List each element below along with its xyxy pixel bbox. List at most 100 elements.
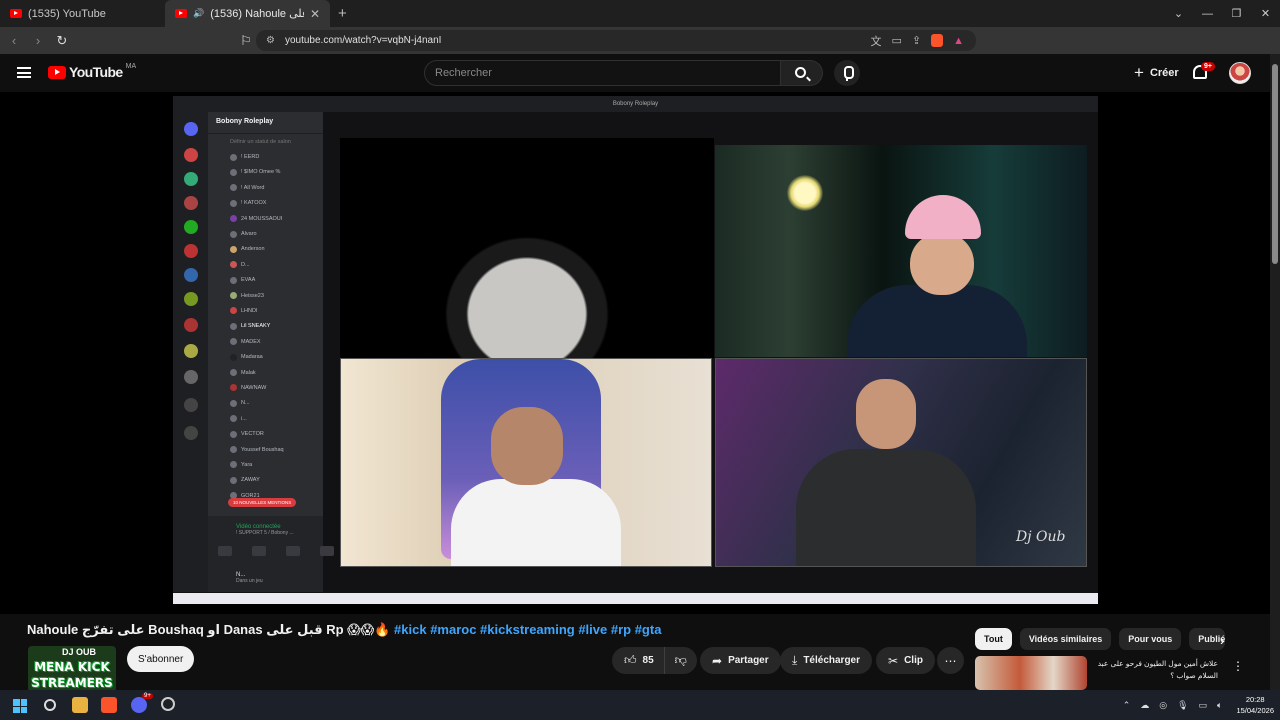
like-button[interactable]: 👍︎ 85 [612, 647, 664, 674]
member-avatar [230, 322, 237, 330]
chevron-right-icon[interactable]: › [1220, 632, 1225, 648]
download-icon: ⤓ [792, 653, 798, 667]
member-item: i... [208, 411, 323, 426]
cast-icon[interactable]: ▭ [891, 34, 901, 47]
related-chips: Tout Vidéos similaires Pour vous Publié [975, 628, 1226, 650]
microphone-icon[interactable]: 🎙︎ [1177, 700, 1188, 711]
new-tab-icon[interactable]: + [338, 5, 347, 22]
windows-start-icon[interactable] [13, 699, 27, 713]
minimize-icon[interactable]: — [1193, 8, 1222, 20]
chip-similar[interactable]: Vidéos similaires [1019, 628, 1112, 650]
youtube-favicon-icon [175, 9, 187, 18]
member-avatar [230, 307, 237, 315]
like-dislike-group: 👍︎ 85 👎︎ [612, 647, 697, 674]
channel-name[interactable]: DJ OUB [62, 647, 96, 657]
tab-search-icon[interactable]: ⌄ [1164, 7, 1193, 20]
cap-shape [905, 195, 981, 239]
member-name: NAWNAW [241, 384, 267, 391]
server-icon [184, 196, 198, 210]
scrollbar-thumb[interactable] [1272, 64, 1278, 264]
dislike-button[interactable]: 👎︎ [663, 647, 697, 674]
clock[interactable]: 20:28 15/04/2026 [1232, 694, 1274, 716]
watermark-signature: Dj Oub [1016, 529, 1066, 545]
translate-icon[interactable]: 文 [870, 33, 881, 49]
brave-rewards-icon[interactable]: ▲ [953, 35, 964, 47]
member-avatar [230, 199, 237, 207]
share-page-icon[interactable]: ⇪ [912, 34, 921, 47]
recommended-thumbnail[interactable] [975, 656, 1087, 690]
tab-title: (1536) Nahoule على تفرّج على Bo [210, 8, 304, 20]
server-icon [184, 220, 198, 234]
brave-browser-icon[interactable] [101, 697, 117, 713]
site-info-icon[interactable]: ⚙ [266, 35, 275, 46]
discord-titlebar: Bobony Roleplay [173, 96, 1098, 112]
status-placeholder: Définir un statut de salon [230, 138, 291, 145]
create-button[interactable]: + Créer [1124, 61, 1189, 85]
cloud-icon[interactable]: ☁ [1140, 700, 1149, 711]
discord-icon[interactable] [131, 697, 147, 713]
member-item: Malak [208, 365, 323, 380]
video-title: Nahoule على تفرّج Boushaq او Danas قبل ع… [27, 622, 967, 640]
soundboard-icon [320, 546, 334, 556]
forward-icon[interactable]: › [28, 33, 48, 48]
app-icon[interactable] [161, 697, 175, 711]
youtube-favicon-icon [10, 9, 22, 18]
page-scrollbar[interactable] [1270, 54, 1280, 690]
close-tab-icon[interactable]: ✕ [310, 7, 320, 21]
webcam-tile: Dj Oub [715, 358, 1087, 567]
search-input[interactable]: Rechercher [424, 60, 781, 86]
search-placeholder: Rechercher [435, 67, 492, 79]
back-icon[interactable]: ‹ [4, 33, 24, 48]
search-button[interactable] [781, 60, 823, 86]
member-avatar [230, 168, 237, 176]
person-shape [910, 233, 974, 295]
address-bar[interactable]: ⚙ youtube.com/watch?v=vqbN-j4nanI 文 ▭ ⇪ … [256, 30, 976, 51]
windows-taskbar: 9+ ⌃ ☁ ◎ 🎙︎ ▭ 🔈︎ 20:28 15/04/2026 [0, 690, 1280, 720]
display-icon[interactable]: ▭ [1199, 700, 1208, 711]
self-user-status: Dans un jeu [236, 578, 263, 584]
video-hashtags[interactable]: #kick #maroc #kickstreaming #live #rp #g… [394, 622, 661, 637]
url-text: youtube.com/watch?v=vqbN-j4nanI [284, 35, 442, 46]
youtube-logo[interactable]: YouTube MA [48, 63, 136, 80]
close-window-icon[interactable]: ✕ [1251, 7, 1280, 20]
voice-controls [218, 546, 334, 556]
brave-shields-icon[interactable] [931, 34, 944, 47]
member-avatar [230, 338, 237, 346]
more-group: ⋯ [937, 647, 964, 674]
person-shape [451, 479, 621, 566]
window-controls: ⌄ — ❐ ✕ [1164, 0, 1280, 27]
member-item: D... [208, 257, 323, 272]
chevron-up-icon[interactable]: ⌃ [1123, 700, 1131, 711]
restore-icon[interactable]: ❐ [1222, 7, 1251, 20]
chip-all[interactable]: Tout [975, 628, 1012, 650]
network-icon[interactable]: ◎ [1159, 700, 1167, 711]
video-player[interactable]: Bobony Roleplay Bobony Roleplay Définir … [0, 92, 1270, 614]
search-icon [795, 67, 806, 78]
subscribe-button[interactable]: S'abonner [127, 646, 195, 672]
share-button[interactable]: ➦ Partager [700, 647, 781, 674]
more-vert-icon[interactable]: ⋮ [1232, 659, 1244, 673]
voice-panel: Vidéo connectée ! SUPPORT 5 / Bobony ...… [208, 516, 334, 592]
member-avatar [230, 153, 237, 161]
account-avatar[interactable] [1229, 62, 1251, 84]
member-name: ! All Word [241, 184, 265, 191]
browser-toolbar: ‹ › ↻ ⚐ ⚙ youtube.com/watch?v=vqbN-j4nan… [0, 27, 1280, 74]
recommended-title[interactable]: علاش أمين مول الطيون فرحو على عبد السلام… [1093, 658, 1218, 682]
member-name: i... [241, 415, 247, 422]
date: 15/04/2026 [1236, 706, 1274, 715]
screen-share-icon [252, 546, 266, 556]
clip-button[interactable]: ✂ Clip [876, 647, 935, 674]
tab-youtube-home[interactable]: (1535) YouTube [0, 0, 165, 27]
tab-video[interactable]: 🔊 (1536) Nahoule على تفرّج على Bo ✕ [165, 0, 330, 27]
reload-icon[interactable]: ↻ [52, 33, 72, 49]
download-button[interactable]: ⤓ Télécharger [780, 647, 873, 674]
chip-for-you[interactable]: Pour vous [1119, 628, 1182, 650]
bookmark-icon[interactable]: ⚐ [236, 33, 256, 49]
speaker-icon[interactable]: 🔊 [193, 8, 204, 19]
more-actions-button[interactable]: ⋯ [937, 647, 964, 674]
search-icon[interactable] [44, 699, 56, 711]
file-explorer-icon[interactable] [72, 697, 88, 713]
hamburger-menu-icon[interactable] [17, 67, 31, 78]
volume-icon[interactable]: 🔈︎ [1217, 700, 1222, 711]
voice-search-icon[interactable] [834, 60, 860, 86]
